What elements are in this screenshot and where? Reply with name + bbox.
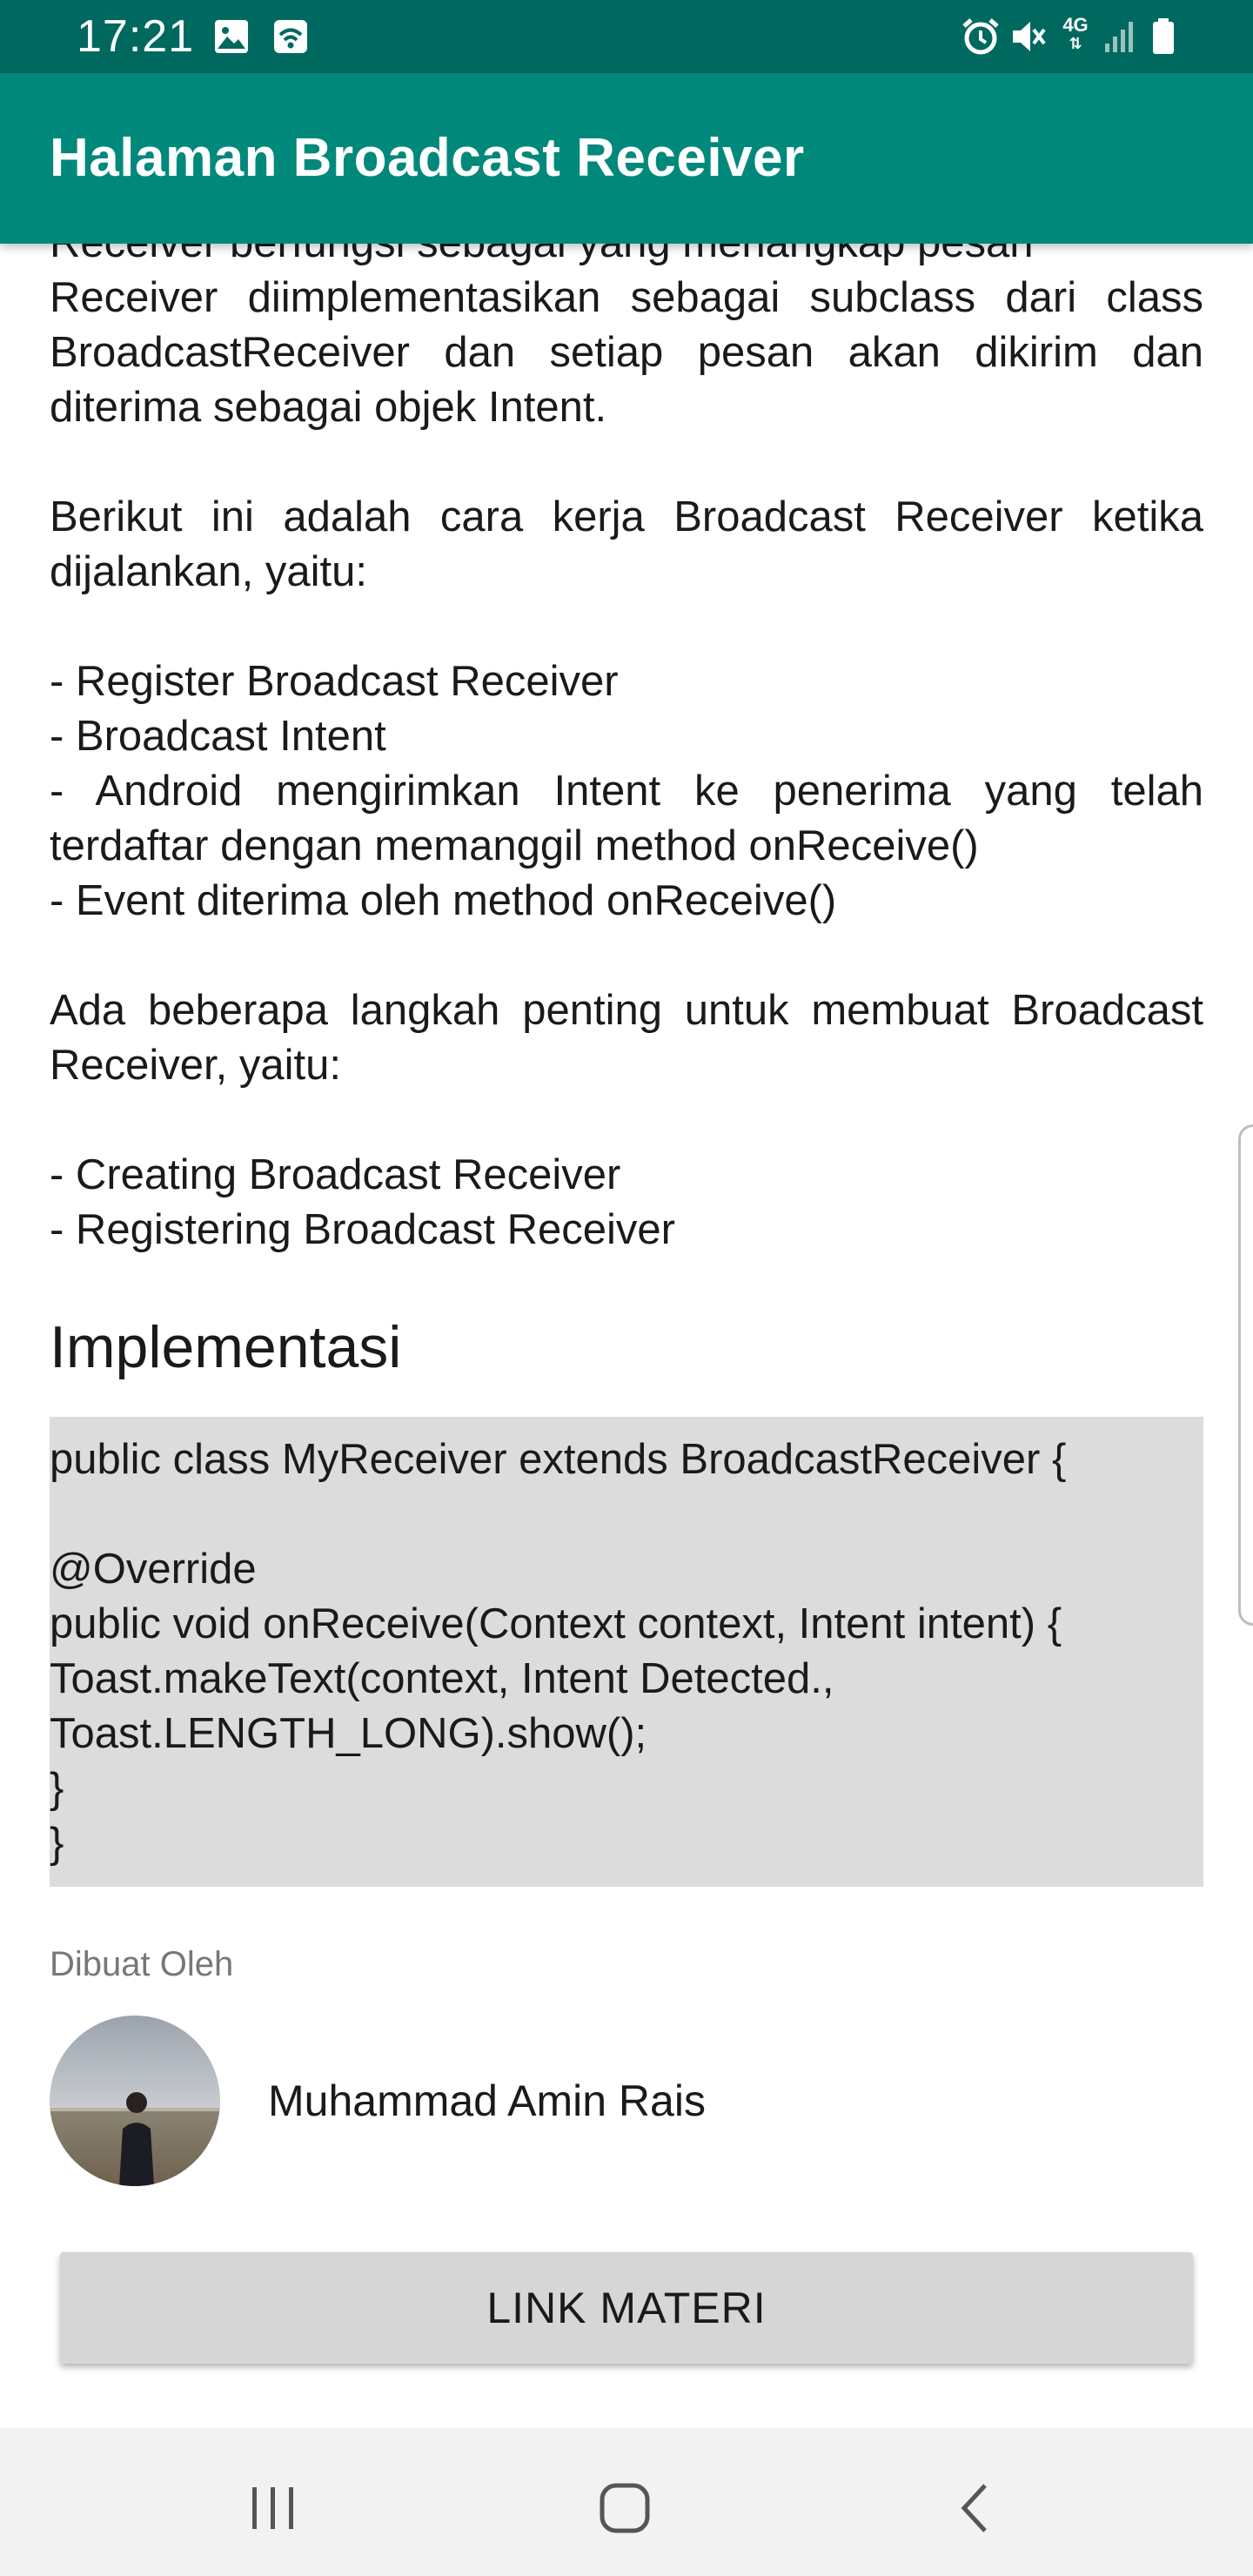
paragraph-how-it-works: Berikut ini adalah cara kerja Broadcast … (50, 493, 1203, 595)
status-time: 17:21 (77, 11, 195, 62)
home-icon[interactable] (590, 2473, 660, 2543)
list-item: - Event diterima oleh method onReceive() (50, 877, 837, 924)
status-bar: 17:21 4G ⇅ (0, 0, 1253, 73)
list-item: - Register Broadcast Receiver (50, 658, 619, 705)
steps-list: - Register Broadcast Receiver - Broadcas… (50, 654, 1203, 929)
alarm-icon (962, 18, 999, 55)
image-icon (215, 20, 248, 53)
mute-icon (1013, 22, 1046, 51)
list-item: - Registering Broadcast Receiver (50, 1206, 675, 1253)
navigation-bar (0, 2428, 1253, 2576)
network-4g-icon: 4G ⇅ (1062, 14, 1089, 53)
back-icon[interactable] (941, 2473, 1011, 2543)
paragraph-steps: Ada beberapa langkah penting untuk membu… (50, 987, 1203, 1089)
link-materi-button[interactable]: LINK MATERI (60, 2252, 1193, 2364)
description-text: Receiver berfungsi sebagai yang menangka… (50, 244, 1203, 1312)
partial-line: Receiver berfungsi sebagai yang menangka… (50, 244, 1203, 271)
page-title: Halaman Broadcast Receiver (50, 128, 805, 188)
avatar (50, 2016, 220, 2186)
code-block: public class MyReceiver extends Broadcas… (50, 1417, 1203, 1887)
wifi-calling-icon (274, 20, 307, 53)
battery-icon (1153, 18, 1174, 54)
steps-list-2: - Creating Broadcast Receiver - Register… (50, 1148, 1203, 1258)
recent-apps-icon[interactable] (238, 2473, 308, 2543)
app-bar: Halaman Broadcast Receiver (0, 73, 1253, 244)
paragraph-intent: Receiver diimplementasikan sebagai subcl… (50, 274, 1203, 431)
signal-icon (1105, 22, 1133, 52)
list-item: - Android mengirimkan Intent ke penerima… (50, 768, 1203, 869)
list-item: - Creating Broadcast Receiver (50, 1151, 621, 1198)
scroll-handle[interactable] (1238, 1124, 1253, 1626)
section-title: Implementasi (50, 1314, 402, 1380)
list-item: - Broadcast Intent (50, 713, 386, 760)
author-name: Muhammad Amin Rais (268, 2076, 706, 2125)
avatar-photo (50, 2016, 220, 2186)
author-label: Dibuat Oleh (50, 1945, 234, 1983)
content-scroll-area[interactable]: Receiver berfungsi sebagai yang menangka… (0, 244, 1253, 2428)
